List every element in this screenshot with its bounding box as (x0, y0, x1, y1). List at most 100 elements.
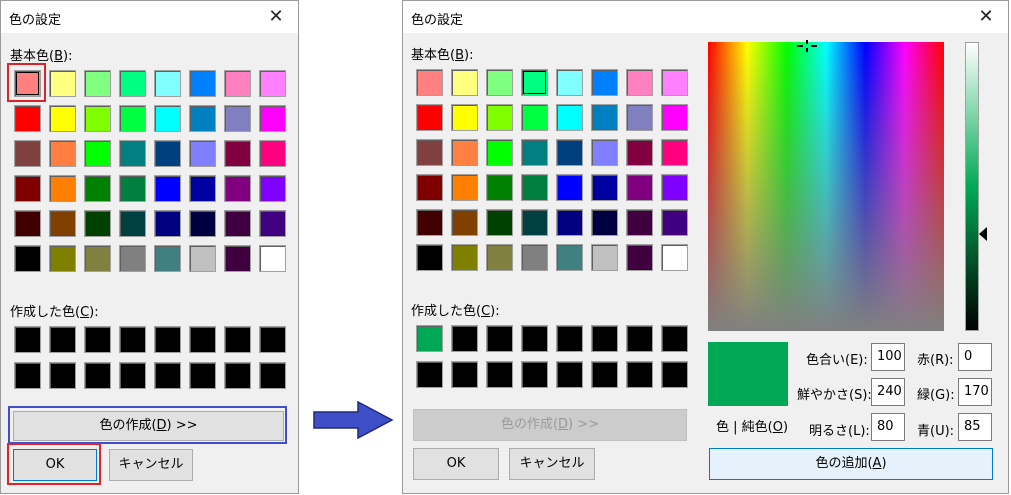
right-basic-color-swatch[interactable] (521, 244, 548, 271)
right-basic-color-swatch[interactable] (556, 139, 583, 166)
left-basic-color-swatch[interactable] (224, 245, 251, 272)
right-basic-color-swatch[interactable] (591, 209, 618, 236)
right-basic-color-swatch[interactable] (521, 69, 548, 96)
right-basic-color-swatch[interactable] (416, 244, 443, 271)
left-basic-color-swatch[interactable] (189, 175, 216, 202)
left-basic-color-swatch[interactable] (259, 70, 286, 97)
right-basic-color-swatch[interactable] (661, 104, 688, 131)
right-basic-color-swatch[interactable] (451, 104, 478, 131)
left-custom-color-swatch[interactable] (154, 362, 181, 389)
right-ok-button[interactable]: OK (413, 448, 499, 480)
left-basic-color-swatch[interactable] (154, 70, 181, 97)
right-basic-color-swatch[interactable] (521, 139, 548, 166)
color-spectrum[interactable] (708, 42, 944, 331)
right-basic-color-swatch[interactable] (591, 69, 618, 96)
right-basic-color-swatch[interactable] (626, 139, 653, 166)
left-basic-color-swatch[interactable] (49, 210, 76, 237)
left-basic-color-swatch[interactable] (49, 105, 76, 132)
left-basic-color-swatch[interactable] (224, 140, 251, 167)
right-custom-color-swatch[interactable] (556, 325, 583, 352)
blue-field[interactable]: 85 (958, 413, 992, 441)
right-basic-color-swatch[interactable] (521, 174, 548, 201)
green-field[interactable]: 170 (958, 378, 992, 406)
red-field[interactable]: 0 (958, 343, 992, 371)
right-custom-color-swatch[interactable] (661, 325, 688, 352)
left-basic-color-swatch[interactable] (154, 105, 181, 132)
right-custom-color-swatch[interactable] (626, 361, 653, 388)
left-basic-color-swatch[interactable] (49, 245, 76, 272)
right-basic-color-swatch[interactable] (626, 174, 653, 201)
left-basic-color-swatch[interactable] (259, 105, 286, 132)
left-custom-color-swatch[interactable] (119, 326, 146, 353)
right-basic-color-swatch[interactable] (416, 104, 443, 131)
left-basic-color-swatch[interactable] (84, 105, 111, 132)
right-basic-color-swatch[interactable] (661, 139, 688, 166)
left-basic-color-swatch[interactable] (119, 140, 146, 167)
left-basic-color-swatch[interactable] (154, 245, 181, 272)
left-basic-color-swatch[interactable] (224, 210, 251, 237)
right-cancel-button[interactable]: キャンセル (509, 448, 595, 480)
right-basic-color-swatch[interactable] (416, 174, 443, 201)
right-basic-color-swatch[interactable] (486, 174, 513, 201)
right-basic-color-swatch[interactable] (591, 104, 618, 131)
left-basic-color-swatch[interactable] (189, 140, 216, 167)
right-basic-color-swatch[interactable] (556, 244, 583, 271)
left-basic-color-swatch[interactable] (119, 175, 146, 202)
left-basic-color-swatch[interactable] (224, 105, 251, 132)
right-basic-color-swatch[interactable] (591, 174, 618, 201)
left-custom-color-swatch[interactable] (49, 326, 76, 353)
left-custom-color-swatch[interactable] (84, 326, 111, 353)
left-basic-color-swatch[interactable] (49, 175, 76, 202)
right-basic-color-swatch[interactable] (451, 69, 478, 96)
left-cancel-button[interactable]: キャンセル (109, 449, 193, 481)
left-custom-color-swatch[interactable] (84, 362, 111, 389)
right-basic-color-swatch[interactable] (626, 69, 653, 96)
right-custom-color-swatch[interactable] (591, 325, 618, 352)
left-basic-color-swatch[interactable] (49, 70, 76, 97)
left-custom-color-swatch[interactable] (49, 362, 76, 389)
left-basic-color-swatch[interactable] (119, 245, 146, 272)
add-to-custom-colors-button[interactable]: 色の追加(A) (709, 448, 993, 480)
left-custom-color-swatch[interactable] (224, 326, 251, 353)
left-basic-color-swatch[interactable] (14, 105, 41, 132)
left-basic-color-swatch[interactable] (84, 70, 111, 97)
left-basic-color-swatch[interactable] (154, 210, 181, 237)
right-basic-color-swatch[interactable] (661, 69, 688, 96)
right-custom-color-swatch[interactable] (521, 361, 548, 388)
right-basic-color-swatch[interactable] (451, 174, 478, 201)
right-custom-color-swatch[interactable] (416, 325, 443, 352)
right-basic-color-swatch[interactable] (451, 244, 478, 271)
left-custom-color-swatch[interactable] (189, 362, 216, 389)
left-custom-color-swatch[interactable] (14, 326, 41, 353)
left-basic-color-swatch[interactable] (84, 245, 111, 272)
right-basic-color-swatch[interactable] (521, 104, 548, 131)
right-basic-color-swatch[interactable] (486, 69, 513, 96)
left-basic-color-swatch[interactable] (189, 105, 216, 132)
right-close-icon[interactable]: ✕ (964, 1, 1008, 33)
left-basic-color-swatch[interactable] (154, 140, 181, 167)
left-basic-color-swatch[interactable] (84, 210, 111, 237)
right-basic-color-swatch[interactable] (416, 209, 443, 236)
left-basic-color-swatch[interactable] (259, 140, 286, 167)
right-custom-color-swatch[interactable] (416, 361, 443, 388)
right-basic-color-swatch[interactable] (626, 104, 653, 131)
right-basic-color-swatch[interactable] (556, 69, 583, 96)
luminosity-slider[interactable] (965, 42, 979, 331)
right-basic-color-swatch[interactable] (556, 209, 583, 236)
left-basic-color-swatch[interactable] (259, 210, 286, 237)
luminosity-pointer-icon[interactable] (979, 227, 987, 241)
left-basic-color-swatch[interactable] (119, 210, 146, 237)
right-custom-color-swatch[interactable] (451, 325, 478, 352)
right-basic-color-swatch[interactable] (451, 139, 478, 166)
left-custom-color-swatch[interactable] (224, 362, 251, 389)
left-custom-color-swatch[interactable] (14, 362, 41, 389)
right-custom-color-swatch[interactable] (521, 325, 548, 352)
left-close-icon[interactable]: ✕ (254, 1, 298, 33)
right-basic-color-swatch[interactable] (626, 209, 653, 236)
left-basic-color-swatch[interactable] (14, 210, 41, 237)
left-custom-color-swatch[interactable] (119, 362, 146, 389)
right-basic-color-swatch[interactable] (591, 139, 618, 166)
left-custom-color-swatch[interactable] (189, 326, 216, 353)
right-basic-color-swatch[interactable] (661, 244, 688, 271)
right-basic-color-swatch[interactable] (626, 244, 653, 271)
